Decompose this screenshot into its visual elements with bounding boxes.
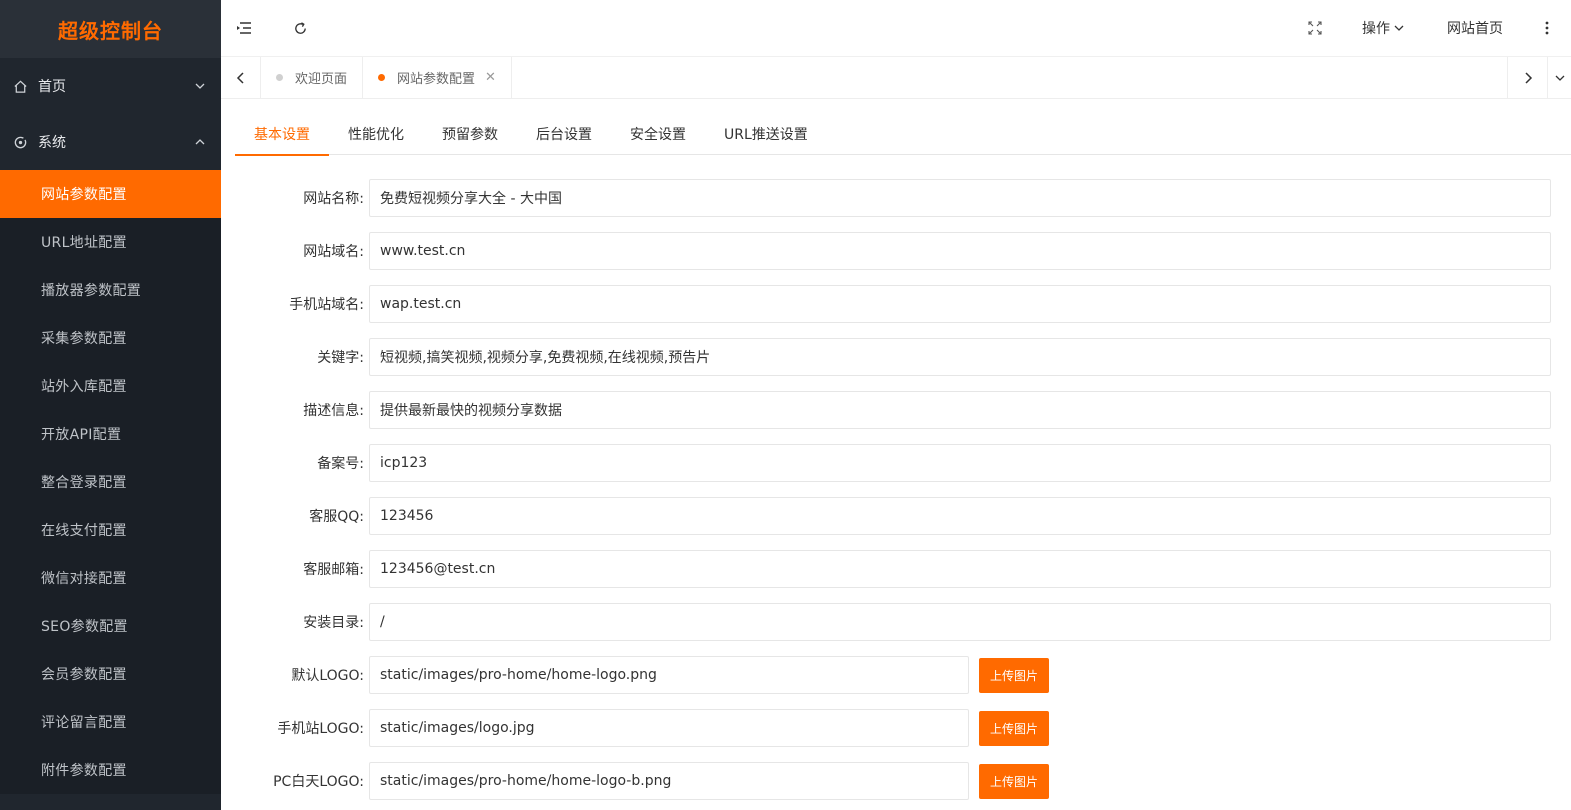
sidebar-group-system[interactable]: 系统 — [0, 114, 221, 170]
tab-site-params[interactable]: 网站参数配置 ✕ — [363, 57, 512, 98]
sidebar-item-import-config[interactable]: 站外入库配置 — [0, 362, 221, 410]
home-icon — [12, 78, 28, 94]
fullscreen-button[interactable] — [1286, 0, 1344, 57]
sidebar-submenu: 网站参数配置 URL地址配置 播放器参数配置 采集参数配置 站外入库配置 开放A… — [0, 170, 221, 794]
form-row-site-domain: 网站域名: www.test.cn — [221, 232, 1571, 270]
form-row-email: 客服邮箱: 123456@test.cn — [221, 550, 1571, 588]
sidebar-group-home[interactable]: 首页 — [0, 58, 221, 114]
settings-tabs: 基本设置 性能优化 预留参数 后台设置 安全设置 URL推送设置 — [235, 113, 1571, 156]
sidebar-group-label: 系统 — [38, 135, 66, 151]
chevron-down-icon — [1555, 75, 1564, 81]
operate-label: 操作 — [1362, 21, 1390, 37]
sidebar: 超级控制台 首页 系统 网站参数配置 URL地址配置 播放器参数配置 采集参数配… — [0, 0, 221, 810]
tab-security-settings[interactable]: 安全设置 — [611, 113, 705, 155]
tab-scroll-left-button[interactable] — [221, 57, 261, 98]
tab-label: 网站参数配置 — [397, 72, 476, 87]
page-tab-bar: 欢迎页面 网站参数配置 ✕ — [221, 57, 1571, 99]
install-dir-input[interactable]: / — [369, 603, 1551, 641]
field-label: 关键字: — [317, 350, 364, 366]
tab-welcome[interactable]: 欢迎页面 — [261, 57, 364, 98]
tab-basic-settings[interactable]: 基本设置 — [235, 113, 329, 156]
top-bar-right: 操作 网站首页 — [1286, 0, 1571, 57]
field-label: 客服邮箱: — [303, 562, 364, 578]
tab-scroll-right-button[interactable] — [1507, 57, 1547, 98]
sidebar-item-attachment-config[interactable]: 附件参数配置 — [0, 746, 221, 794]
field-label: 描述信息: — [303, 403, 364, 419]
tab-status-dot — [378, 74, 386, 81]
sidebar-item-player-config[interactable]: 播放器参数配置 — [0, 266, 221, 314]
system-icon — [12, 134, 28, 150]
site-home-link[interactable]: 网站首页 — [1423, 0, 1527, 57]
sidebar-item-api-config[interactable]: 开放API配置 — [0, 410, 221, 458]
chevron-down-icon — [1394, 25, 1404, 31]
top-bar: 操作 网站首页 — [221, 0, 1571, 57]
main-content: 基本设置 性能优化 预留参数 后台设置 安全设置 URL推送设置 网站名称: 免… — [221, 99, 1571, 810]
menu-fold-icon — [237, 22, 251, 34]
keywords-input[interactable]: 短视频,搞笑视频,视频分享,免费视频,在线视频,预告片 — [369, 338, 1551, 376]
form-row-mobile-domain: 手机站域名: wap.test.cn — [221, 285, 1571, 323]
more-vertical-icon — [1545, 21, 1549, 35]
field-label: 手机站域名: — [289, 297, 364, 313]
upload-button[interactable]: 上传图片 — [979, 710, 1050, 746]
icp-input[interactable]: icp123 — [369, 444, 1551, 482]
description-input[interactable]: 提供最新最快的视频分享数据 — [369, 391, 1551, 429]
mobile-logo-input[interactable]: static/images/logo.jpg — [369, 709, 969, 747]
menu-toggle-button[interactable] — [221, 0, 267, 57]
sidebar-item-collect-config[interactable]: 采集参数配置 — [0, 314, 221, 362]
tab-more-button[interactable] — [1547, 57, 1571, 98]
form-row-qq: 客服QQ: 123456 — [221, 497, 1571, 535]
sidebar-item-url-config[interactable]: URL地址配置 — [0, 218, 221, 266]
email-input[interactable]: 123456@test.cn — [369, 550, 1551, 588]
tab-reserved-params[interactable]: 预留参数 — [423, 113, 517, 155]
form-row-install-dir: 安装目录: / — [221, 603, 1571, 641]
sidebar-item-comment-config[interactable]: 评论留言配置 — [0, 698, 221, 746]
pc-day-logo-input[interactable]: static/images/pro-home/home-logo-b.png — [369, 762, 969, 800]
chevron-left-icon — [236, 71, 244, 84]
refresh-icon — [294, 21, 306, 34]
sidebar-item-login-config[interactable]: 整合登录配置 — [0, 458, 221, 506]
sidebar-item-seo-config[interactable]: SEO参数配置 — [0, 602, 221, 650]
form-row-mobile-logo: 手机站LOGO: static/images/logo.jpg 上传图片 — [221, 709, 1571, 747]
tab-admin-settings[interactable]: 后台设置 — [517, 113, 611, 155]
mobile-domain-input[interactable]: wap.test.cn — [369, 285, 1551, 323]
brand-logo: 超级控制台 — [0, 0, 221, 58]
sidebar-item-wechat-config[interactable]: 微信对接配置 — [0, 554, 221, 602]
sidebar-group-label: 首页 — [38, 79, 66, 95]
operate-dropdown[interactable]: 操作 — [1344, 0, 1423, 57]
field-label: 网站名称: — [303, 191, 364, 207]
sidebar-item-pay-config[interactable]: 在线支付配置 — [0, 506, 221, 554]
tab-url-push-settings[interactable]: URL推送设置 — [705, 113, 827, 155]
form-row-site-name: 网站名称: 免费短视频分享大全 - 大中国 — [221, 179, 1571, 217]
sidebar-item-member-config[interactable]: 会员参数配置 — [0, 650, 221, 698]
qq-input[interactable]: 123456 — [369, 497, 1551, 535]
chevron-right-icon — [1524, 71, 1532, 84]
site-domain-input[interactable]: www.test.cn — [369, 232, 1551, 270]
field-label: 备案号: — [317, 456, 364, 472]
close-icon[interactable]: ✕ — [485, 70, 496, 85]
upload-button[interactable]: 上传图片 — [979, 763, 1050, 799]
fullscreen-icon — [1308, 21, 1322, 35]
field-label: 默认LOGO: — [291, 668, 364, 684]
field-label: 客服QQ: — [309, 509, 364, 525]
form-row-keywords: 关键字: 短视频,搞笑视频,视频分享,免费视频,在线视频,预告片 — [221, 338, 1571, 376]
form-row-default-logo: 默认LOGO: static/images/pro-home/home-logo… — [221, 656, 1571, 694]
chevron-up-icon — [193, 135, 207, 149]
site-name-input[interactable]: 免费短视频分享大全 - 大中国 — [369, 179, 1551, 217]
more-button[interactable] — [1527, 0, 1571, 57]
default-logo-input[interactable]: static/images/pro-home/home-logo.png — [369, 656, 969, 694]
field-label: 网站域名: — [303, 244, 364, 260]
refresh-button[interactable] — [277, 0, 323, 57]
form-row-pc-day-logo: PC白天LOGO: static/images/pro-home/home-lo… — [221, 762, 1571, 800]
sidebar-item-site-params[interactable]: 网站参数配置 — [0, 170, 221, 218]
tab-status-dot — [276, 74, 283, 81]
field-label: PC白天LOGO: — [273, 774, 364, 790]
chevron-down-icon — [193, 79, 207, 93]
tab-label: 欢迎页面 — [295, 72, 348, 87]
form-row-icp: 备案号: icp123 — [221, 444, 1571, 482]
field-label: 安装目录: — [303, 615, 364, 631]
field-label: 手机站LOGO: — [277, 721, 364, 737]
tab-performance[interactable]: 性能优化 — [329, 113, 423, 155]
upload-button[interactable]: 上传图片 — [979, 657, 1050, 693]
form-row-description: 描述信息: 提供最新最快的视频分享数据 — [221, 391, 1571, 429]
